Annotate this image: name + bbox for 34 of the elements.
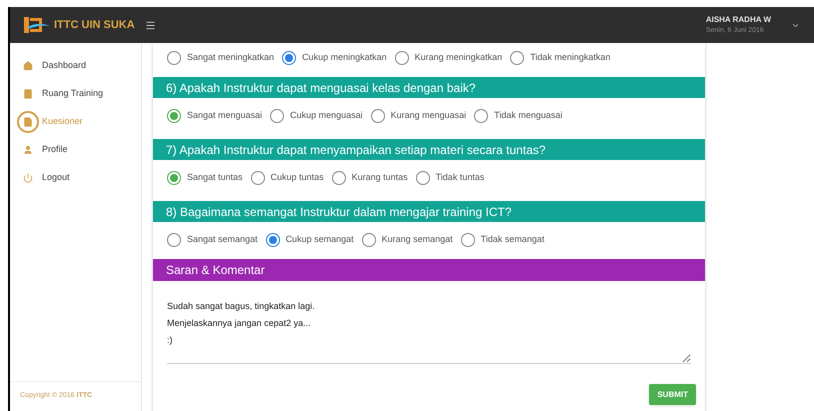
user-name: AISHA RADHA W: [706, 14, 771, 26]
home-icon: [23, 61, 33, 71]
radio-option[interactable]: Cukup menguasai: [270, 109, 363, 123]
radio-option[interactable]: Sangat menguasai: [167, 109, 262, 123]
question-header: 6) Apakah Instruktur dapat menguasai kelas dengan baik?: [153, 77, 705, 98]
person-icon: [23, 145, 33, 155]
radio-option[interactable]: Cukup semangat: [266, 233, 354, 247]
logo-icon: [24, 16, 50, 34]
document-icon: [23, 117, 33, 127]
comment-header: Saran & Komentar: [153, 259, 705, 281]
radio-option[interactable]: Tidak meningkatkan: [510, 50, 610, 64]
power-icon: [23, 173, 33, 183]
radio-option[interactable]: Tidak menguasai: [474, 109, 562, 123]
radio-option[interactable]: Sangat meningkatkan: [167, 50, 274, 64]
radio-option[interactable]: Tidak tuntas: [416, 171, 484, 185]
sidebar-item[interactable]: Logout: [10, 164, 141, 192]
radio-option[interactable]: Cukup tuntas: [250, 171, 324, 185]
radio-option[interactable]: Kurang tuntas: [332, 171, 408, 185]
radio-option[interactable]: Tidak semangat: [460, 233, 544, 247]
sidebar-item[interactable]: Dashboard: [10, 52, 141, 80]
menu-icon[interactable]: [144, 20, 156, 30]
sidebar-item[interactable]: Ruang Training: [10, 80, 141, 108]
radio-option[interactable]: Kurang semangat: [362, 233, 453, 247]
building-icon: [23, 89, 33, 99]
brand-name: ITTC UIN SUKA: [54, 18, 135, 33]
radio-option[interactable]: Sangat semangat: [167, 233, 258, 247]
radio-option[interactable]: Kurang meningkatkan: [394, 50, 502, 64]
comment-field[interactable]: Sudah sangat bagus, tingkatkan lagi. Menjelaskannya jangan cepat2 ya... :): [167, 298, 691, 364]
question-header: 7) Apakah Instruktur dapat menyampaikan setiap materi secara tuntas?: [153, 139, 705, 160]
sidebar-item[interactable]: Profile: [10, 136, 141, 164]
question-header: 8) Bagaimana semangat Instruktur dalam mengajar training ICT?: [153, 201, 705, 222]
radio-option[interactable]: Cukup meningkatkan: [282, 50, 387, 64]
radio-option[interactable]: Kurang menguasai: [370, 109, 466, 123]
radio-option[interactable]: Sangat tuntas: [167, 171, 243, 185]
